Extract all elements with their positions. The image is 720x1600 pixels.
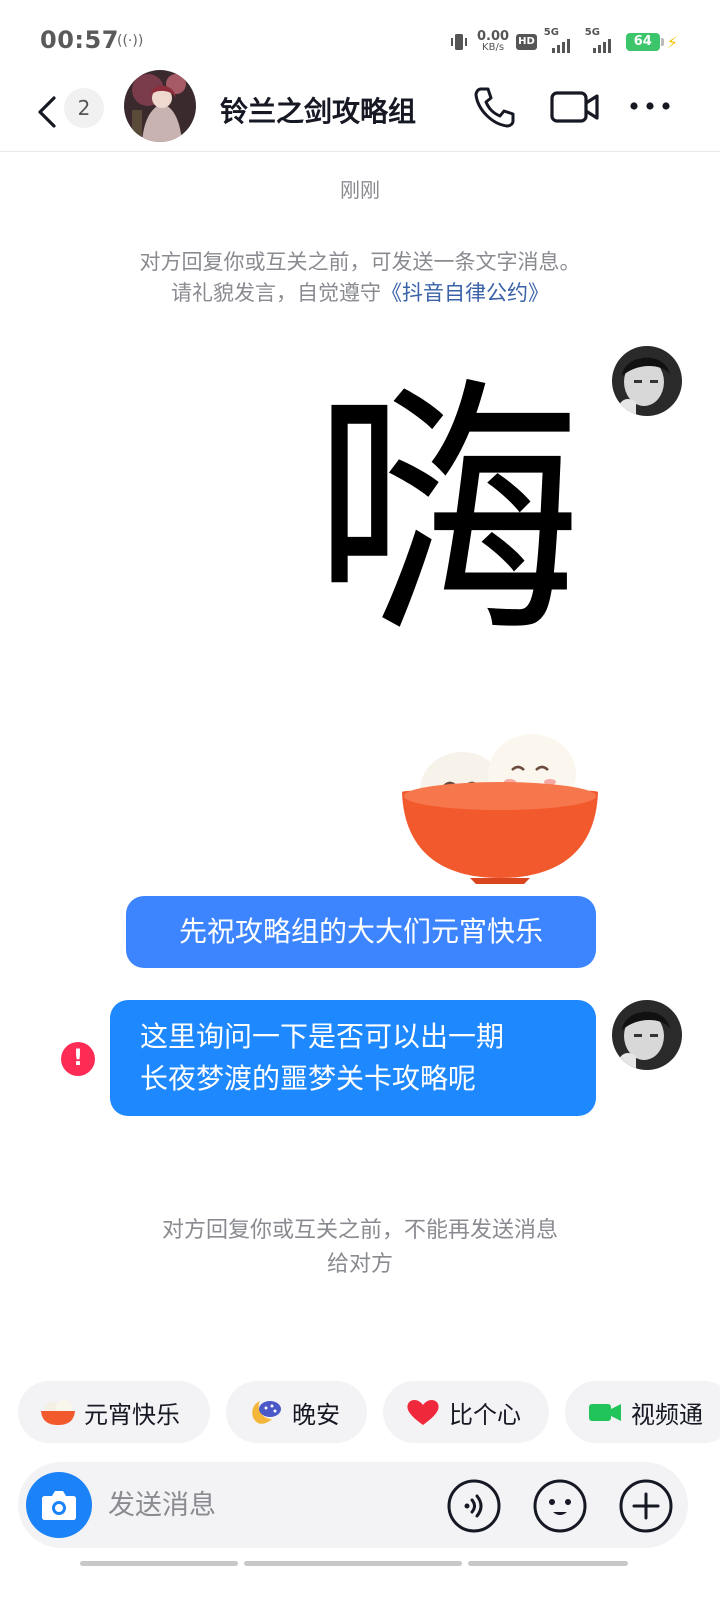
quick-reply-video[interactable]: 视频通 [565, 1381, 720, 1443]
quick-reply-label: 晚安 [292, 1400, 340, 1429]
quick-reply-goodnight[interactable]: 晚安 [226, 1381, 367, 1443]
quick-reply-label: 视频通 [631, 1400, 703, 1429]
net-speed-unit: KB/s [482, 42, 505, 53]
vibrate-icon [451, 34, 468, 50]
camera-button[interactable] [26, 1472, 92, 1538]
status-bar: 00:57 ((·)) 0.00 KB/s HD 5G 5G 64 ⚡ [0, 0, 720, 80]
moon-night-icon [252, 1401, 281, 1424]
signal-2-icon: 5G [585, 27, 619, 53]
video-call-icon[interactable] [550, 88, 600, 126]
quick-reply-yuanxiao[interactable]: 元宵快乐 [18, 1381, 210, 1443]
notice-line-2: 请礼貌发言，自觉遵守《抖音自律公约》 [0, 278, 720, 309]
bubble2-line-2: 长夜梦渡的噩梦关卡攻略呢 [140, 1062, 477, 1095]
restriction-line-2: 给对方 [326, 1252, 393, 1277]
heart-icon [407, 1400, 439, 1425]
tangyuan-bowl-icon [41, 1400, 75, 1425]
hotspot-icon: ((·)) [117, 33, 144, 49]
bubble2-line-1: 这里询问一下是否可以出一期 [140, 1020, 505, 1053]
keyboard-switch-indicator-1 [80, 1561, 238, 1566]
hai-text-sticker[interactable]: 嗨 [312, 368, 582, 658]
net-speed: 0.00 KB/s [477, 29, 510, 53]
status-icons: 0.00 KB/s HD 5G 5G 64 ⚡ [448, 27, 678, 56]
quick-reply-heart[interactable]: 比个心 [383, 1381, 549, 1443]
charging-bolt-icon: ⚡ [666, 32, 678, 52]
convention-link[interactable]: 《抖音自律公约》 [381, 281, 549, 305]
more-options-icon[interactable] [628, 94, 672, 118]
keyboard-switch-indicator-2 [244, 1561, 462, 1566]
net-speed-value: 0.00 [477, 29, 510, 44]
signal-1-label: 5G [543, 27, 559, 38]
restriction-notice: 对方回复你或互关之前，不能再发送消息 给对方 [0, 1214, 720, 1282]
emoji-icon[interactable] [532, 1478, 588, 1534]
battery-icon: 64 [625, 33, 664, 51]
unread-count-badge[interactable]: 2 [64, 88, 104, 128]
signal-2-label: 5G [584, 27, 600, 38]
tangyuan-bowl-sticker[interactable] [400, 730, 600, 885]
system-notice: 对方回复你或互关之前，可发送一条文字消息。 请礼貌发言，自觉遵守《抖音自律公约》 [0, 247, 720, 309]
hd-badge: HD [516, 34, 537, 50]
notice-line-1: 对方回复你或互关之前，可发送一条文字消息。 [139, 250, 581, 274]
quick-reply-label: 比个心 [449, 1400, 521, 1429]
message-input-bar [18, 1462, 688, 1548]
notice-line-2-text: 请礼貌发言，自觉遵守 [171, 281, 381, 305]
group-avatar[interactable] [124, 70, 196, 142]
plus-icon[interactable] [618, 1478, 674, 1534]
my-avatar[interactable] [612, 346, 682, 416]
my-avatar-2[interactable] [612, 1000, 682, 1070]
restriction-line-1: 对方回复你或互关之前，不能再发送消息 [161, 1218, 558, 1243]
quick-reply-bar: 元宵快乐 晚安 比个心 视频通 [18, 1381, 720, 1443]
message-input[interactable] [108, 1484, 428, 1526]
keyboard-switch-indicator-3 [468, 1561, 628, 1566]
message-bubble-greeting[interactable]: 先祝攻略组的大大们元宵快乐 [126, 896, 596, 968]
voice-input-icon[interactable] [446, 1478, 502, 1534]
camera-icon [42, 1491, 76, 1520]
back-arrow-icon[interactable] [34, 92, 64, 132]
quick-reply-label: 元宵快乐 [84, 1400, 180, 1429]
status-time: 00:57 [40, 26, 119, 54]
signal-1-icon: 5G [544, 27, 578, 53]
message-bubble-request[interactable]: 这里询问一下是否可以出一期 长夜梦渡的噩梦关卡攻略呢 [110, 1000, 596, 1116]
chat-title[interactable]: 铃兰之剑攻略组 [220, 90, 416, 130]
send-failed-icon[interactable]: ! [61, 1042, 95, 1076]
chat-header: 2 铃兰之剑攻略组 [0, 70, 720, 152]
message-timestamp: 刚刚 [340, 178, 380, 202]
phone-call-icon[interactable] [472, 84, 518, 130]
video-camera-icon [589, 1404, 621, 1421]
